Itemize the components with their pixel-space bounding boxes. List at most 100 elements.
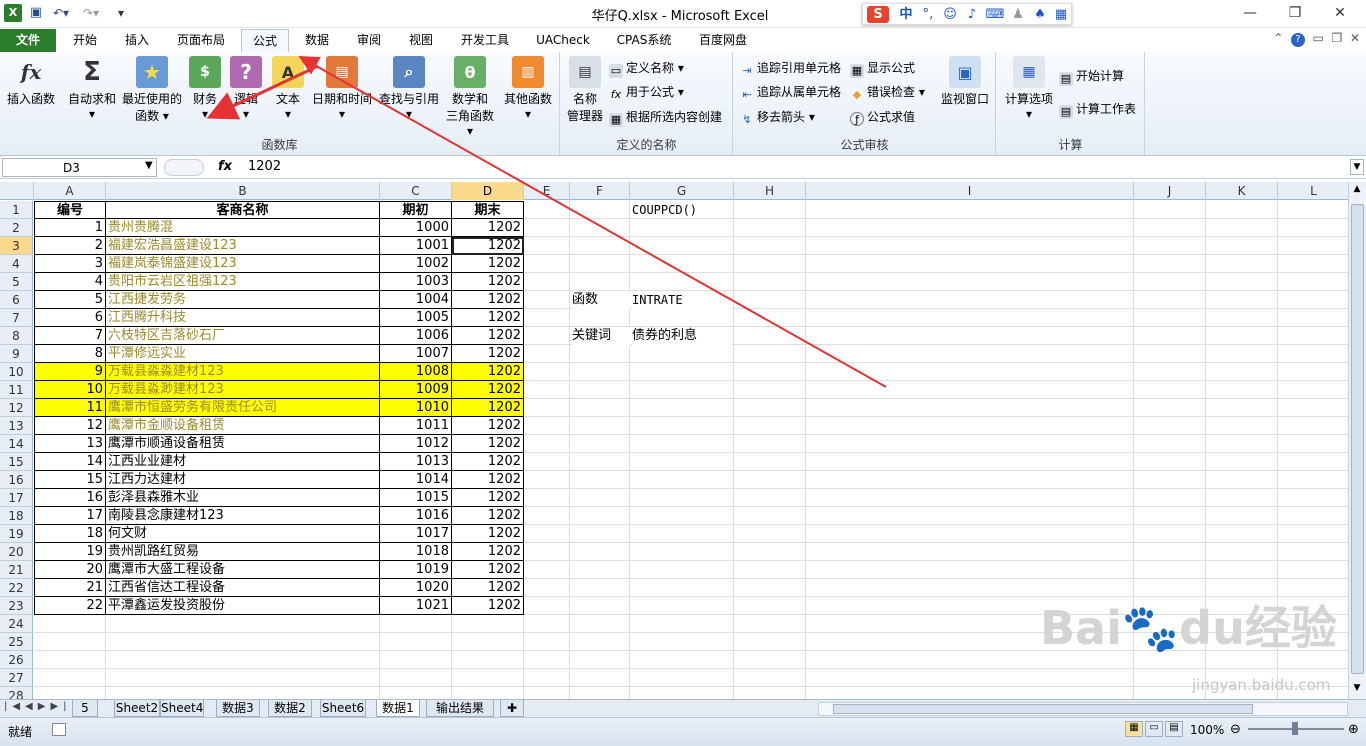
scroll-up-icon[interactable]: ▲ — [1351, 184, 1363, 198]
cell-closing[interactable]: 1202 — [452, 543, 524, 561]
empty-cell[interactable] — [806, 291, 1134, 309]
cell-id[interactable]: 17 — [34, 507, 106, 525]
row-header[interactable]: 27 — [0, 669, 33, 687]
empty-cell[interactable] — [524, 201, 570, 219]
empty-cell[interactable] — [630, 489, 734, 507]
empty-cell[interactable] — [1278, 687, 1348, 699]
empty-cell[interactable] — [524, 615, 570, 633]
page-layout-view-icon[interactable]: ▭ — [1145, 721, 1163, 737]
empty-cell[interactable] — [524, 669, 570, 687]
empty-cell[interactable] — [524, 561, 570, 579]
empty-cell[interactable] — [380, 651, 452, 669]
empty-cell[interactable] — [734, 309, 806, 327]
empty-cell[interactable] — [1206, 669, 1278, 687]
use-in-formula-button[interactable]: fx 用于公式 ▾ — [609, 82, 684, 102]
cell-closing[interactable]: 1202 — [452, 399, 524, 417]
empty-cell[interactable] — [1206, 543, 1278, 561]
empty-cell[interactable] — [1134, 651, 1206, 669]
empty-cell[interactable] — [524, 327, 570, 345]
cell-opening[interactable]: 1001 — [380, 237, 452, 255]
sheet-tab[interactable]: Sheet2 — [114, 700, 160, 717]
empty-cell[interactable] — [1278, 633, 1348, 651]
empty-cell[interactable] — [630, 651, 734, 669]
cell-id[interactable]: 10 — [34, 381, 106, 399]
worksheet-grid[interactable]: ABCDEFGHIJKL 1 编号 客商名称 期初 期末 COUPPCD() 2 1 贵州贵腾混… — [0, 182, 1348, 699]
empty-cell[interactable] — [570, 399, 630, 417]
cell-name[interactable]: 鹰潭市恒盛劳务有限责任公司 — [106, 399, 380, 417]
cell-closing[interactable]: 1202 — [452, 273, 524, 291]
show-formulas-button[interactable]: ▦ 显示公式 — [850, 58, 915, 78]
empty-cell[interactable] — [1134, 327, 1206, 345]
empty-cell[interactable] — [630, 381, 734, 399]
cell-closing[interactable]: 1202 — [452, 381, 524, 399]
column-header-a[interactable]: A — [34, 182, 106, 200]
empty-cell[interactable] — [570, 381, 630, 399]
empty-cell[interactable] — [380, 633, 452, 651]
empty-cell[interactable] — [734, 615, 806, 633]
empty-cell[interactable] — [734, 651, 806, 669]
row-header[interactable]: 8 — [0, 327, 33, 345]
cell-closing[interactable]: 1202 — [452, 561, 524, 579]
sheet-tab[interactable]: Sheet4 — [160, 700, 204, 717]
macro-record-icon[interactable] — [52, 723, 66, 736]
header-cell-name[interactable]: 客商名称 — [106, 201, 380, 219]
cell-id[interactable]: 20 — [34, 561, 106, 579]
cell-name[interactable]: 福建宏浩昌盛建设123 — [106, 237, 380, 255]
cell-opening[interactable]: 1006 — [380, 327, 452, 345]
empty-cell[interactable] — [380, 687, 452, 699]
empty-cell[interactable] — [524, 489, 570, 507]
empty-cell[interactable] — [452, 651, 524, 669]
empty-cell[interactable] — [1206, 615, 1278, 633]
recent-functions-button[interactable]: ★ 最近使用的 函数 ▾ — [120, 56, 184, 124]
empty-cell[interactable] — [106, 687, 380, 699]
toolbox-icon[interactable]: ▦ — [1053, 6, 1069, 23]
microphone-icon[interactable]: ♪ — [963, 6, 981, 23]
cell-name[interactable]: 南陵县念康建材123 — [106, 507, 380, 525]
empty-cell[interactable] — [106, 651, 380, 669]
empty-cell[interactable] — [630, 615, 734, 633]
error-checking-button[interactable]: ◆ 错误检查 ▾ — [850, 82, 925, 102]
empty-cell[interactable] — [524, 309, 570, 327]
empty-cell[interactable] — [1206, 237, 1278, 255]
empty-cell[interactable] — [734, 669, 806, 687]
empty-cell[interactable] — [570, 363, 630, 381]
logical-button[interactable]: ? 逻辑 ▾ — [228, 56, 264, 121]
empty-cell[interactable] — [1134, 417, 1206, 435]
insert-function-fx-icon[interactable]: fx — [218, 159, 232, 174]
empty-cell[interactable] — [1206, 345, 1278, 363]
cell-opening[interactable]: 1000 — [380, 219, 452, 237]
cell-opening[interactable]: 1008 — [380, 363, 452, 381]
cell-closing[interactable]: 1202 — [452, 327, 524, 345]
cell-opening[interactable]: 1015 — [380, 489, 452, 507]
tab-cpas[interactable]: CPAS系统 — [608, 29, 680, 52]
row-header[interactable]: 14 — [0, 435, 33, 453]
empty-cell[interactable] — [1134, 255, 1206, 273]
empty-cell[interactable] — [1278, 255, 1348, 273]
cell-opening[interactable]: 1010 — [380, 399, 452, 417]
ime-punct-toggle[interactable]: °, — [919, 6, 937, 23]
sheet-tab[interactable]: 数据2 — [268, 700, 312, 717]
empty-cell[interactable] — [1206, 687, 1278, 699]
empty-cell[interactable] — [1206, 273, 1278, 291]
cell-name[interactable]: 何文财 — [106, 525, 380, 543]
empty-cell[interactable] — [1206, 471, 1278, 489]
empty-cell[interactable] — [806, 237, 1134, 255]
empty-cell[interactable] — [630, 453, 734, 471]
formula-input[interactable]: 1202 — [248, 159, 281, 174]
empty-cell[interactable] — [806, 327, 1134, 345]
empty-cell[interactable] — [34, 687, 106, 699]
empty-cell[interactable] — [734, 597, 806, 615]
more-functions-button[interactable]: ▥ 其他函数 ▾ — [500, 56, 556, 121]
empty-cell[interactable] — [1134, 363, 1206, 381]
empty-cell[interactable] — [524, 345, 570, 363]
empty-cell[interactable] — [1278, 201, 1348, 219]
empty-cell[interactable] — [570, 435, 630, 453]
empty-cell[interactable] — [524, 255, 570, 273]
empty-cell[interactable] — [806, 345, 1134, 363]
scroll-down-icon[interactable]: ▼ — [1351, 683, 1363, 697]
empty-cell[interactable] — [1278, 453, 1348, 471]
empty-cell[interactable] — [734, 363, 806, 381]
empty-cell[interactable] — [1278, 669, 1348, 687]
cell-id[interactable]: 1 — [34, 219, 106, 237]
empty-cell[interactable] — [734, 381, 806, 399]
